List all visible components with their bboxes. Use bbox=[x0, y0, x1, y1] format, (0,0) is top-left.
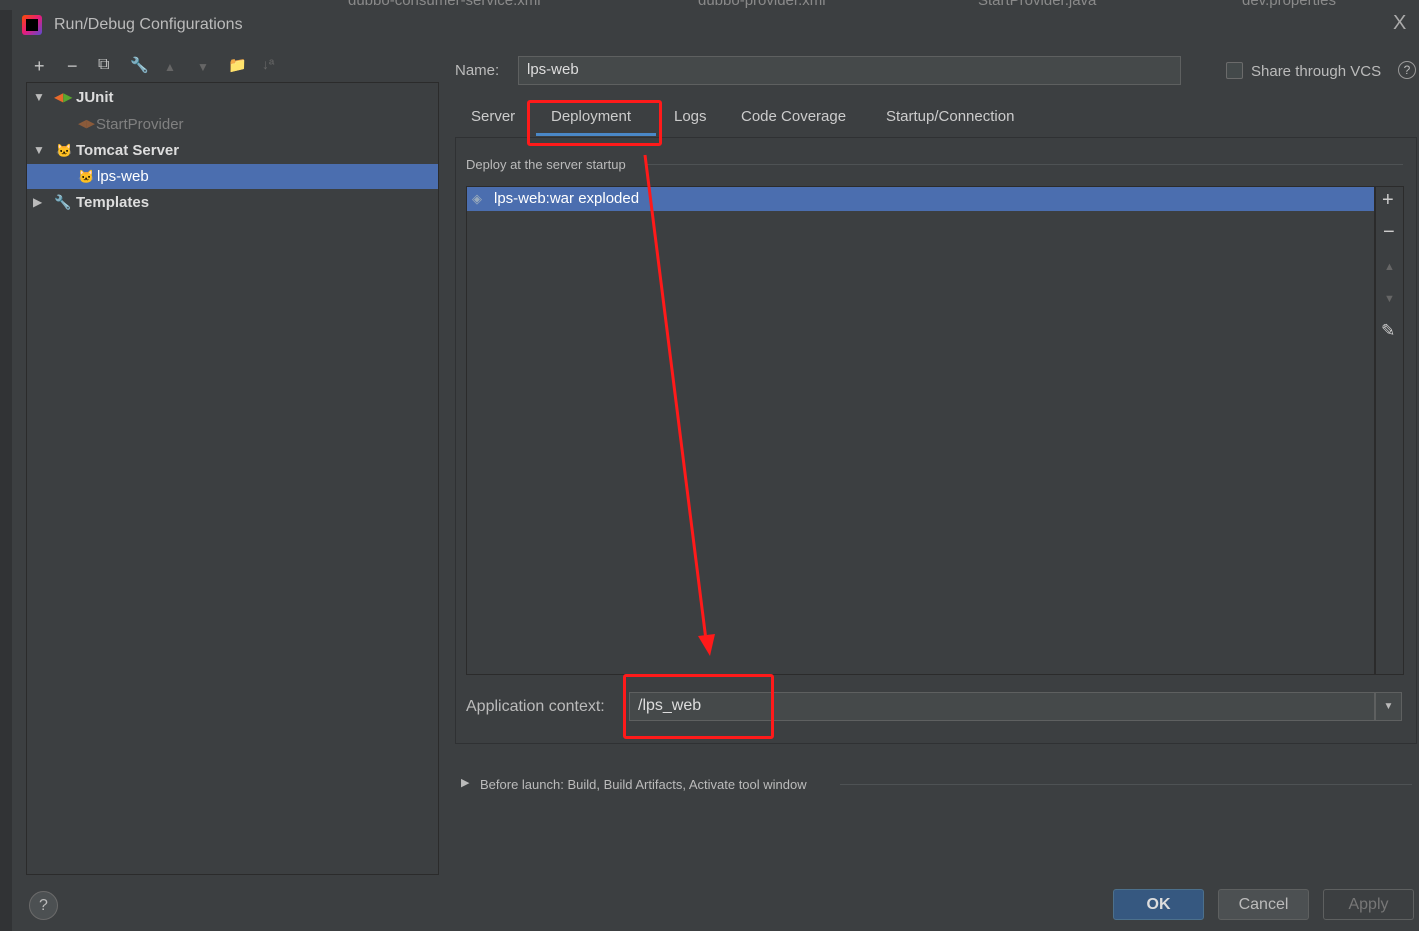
annotation-arrow bbox=[643, 154, 715, 656]
